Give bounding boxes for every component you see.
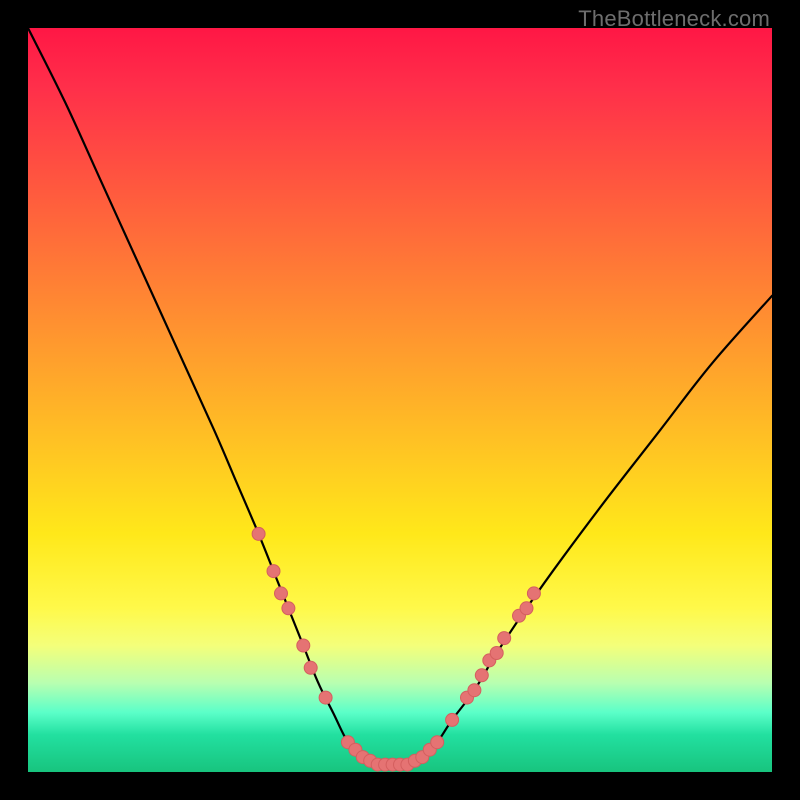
data-marker <box>431 736 444 749</box>
data-marker <box>275 587 288 600</box>
data-marker <box>297 639 310 652</box>
data-marker <box>468 684 481 697</box>
curve-layer <box>28 28 772 772</box>
data-marker <box>498 632 511 645</box>
chart-frame: TheBottleneck.com <box>0 0 800 800</box>
data-marker <box>304 661 317 674</box>
data-marker <box>520 602 533 615</box>
data-marker <box>527 587 540 600</box>
data-marker <box>319 691 332 704</box>
data-marker <box>267 565 280 578</box>
data-marker <box>282 602 295 615</box>
bottleneck-curve <box>28 28 772 765</box>
data-marker <box>475 669 488 682</box>
data-marker <box>446 713 459 726</box>
data-marker <box>490 647 503 660</box>
plot-area <box>28 28 772 772</box>
watermark-text: TheBottleneck.com <box>578 6 770 32</box>
data-markers <box>252 527 540 771</box>
data-marker <box>252 527 265 540</box>
